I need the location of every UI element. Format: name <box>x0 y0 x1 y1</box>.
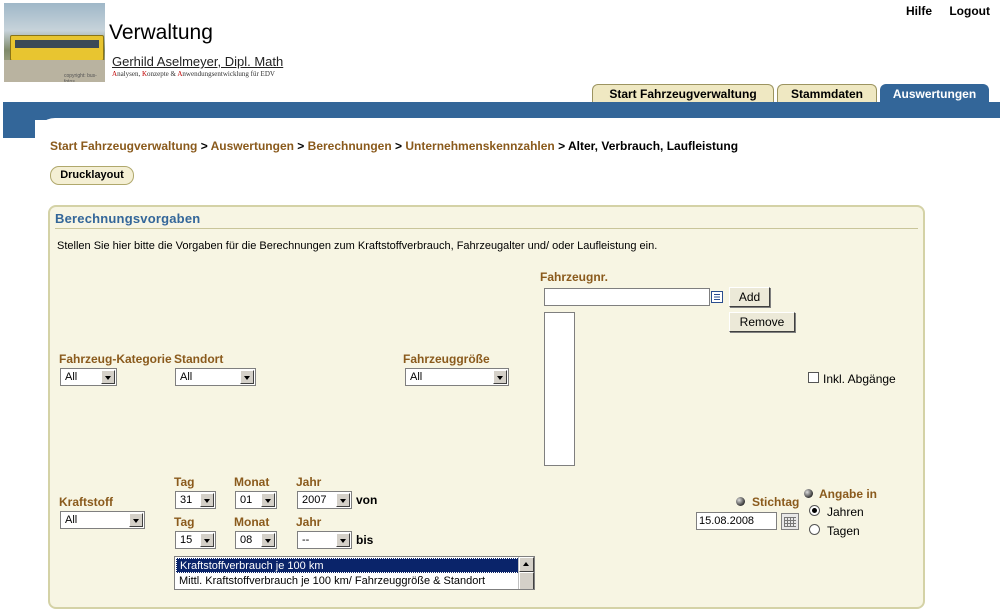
breadcrumb-sep: > <box>200 139 208 153</box>
logout-link[interactable]: Logout <box>949 4 990 18</box>
chevron-down-icon <box>101 370 115 384</box>
list-item[interactable]: Mittl. Kraftstoffverbrauch je 100 km/ Fa… <box>176 574 521 589</box>
unit-years-label: Jahren <box>827 505 864 519</box>
scroll-up-icon[interactable] <box>519 557 534 572</box>
help-link[interactable]: Hilfe <box>906 4 932 18</box>
breadcrumb-current: Alter, Verbrauch, Laufleistung <box>568 139 739 153</box>
category-label: Fahrzeug-Kategorie <box>59 352 172 366</box>
to-year-select[interactable]: -- <box>297 531 352 549</box>
breadcrumb-auswertungen[interactable]: Auswertungen <box>211 139 294 153</box>
unit-label: Angabe in <box>819 487 878 501</box>
from-month-value: 01 <box>240 494 253 506</box>
author-link[interactable]: Gerhild Aselmeyer, Dipl. Math <box>112 54 283 69</box>
location-label: Standort <box>174 352 224 366</box>
chevron-down-icon <box>336 533 350 547</box>
panel-title: Berechnungsvorgaben <box>55 211 201 226</box>
breadcrumb-sep: > <box>297 139 305 153</box>
scroll-thumb[interactable] <box>519 572 534 589</box>
remove-button[interactable]: Remove <box>729 312 795 332</box>
company-logo: copyright: bus-fotos <box>4 3 105 82</box>
reference-date-input[interactable]: 15.08.2008 <box>696 512 777 530</box>
tab-auswertungen[interactable]: Auswertungen <box>880 84 989 103</box>
bullet-icon <box>804 489 813 498</box>
fuel-label: Kraftstoff <box>59 495 113 509</box>
breadcrumb-start[interactable]: Start Fahrzeugverwaltung <box>50 139 197 153</box>
from-year-label: Jahr <box>296 475 322 489</box>
tagline-k-rest: onzepte & <box>147 70 178 78</box>
list-item[interactable]: Kraftstoffverbrauch je 100 km <box>176 558 521 573</box>
category-select[interactable]: All <box>60 368 117 386</box>
breadcrumb-unternehmenskennzahlen[interactable]: Unternehmenskennzahlen <box>405 139 554 153</box>
chevron-down-icon <box>493 370 507 384</box>
bullet-icon <box>736 497 745 506</box>
chevron-down-icon <box>336 493 350 507</box>
unit-years-radio[interactable] <box>809 505 820 516</box>
to-month-value: 08 <box>240 534 253 546</box>
from-day-label: Tag <box>174 475 195 489</box>
chevron-down-icon <box>261 533 275 547</box>
vehicle-no-label: Fahrzeugnr. <box>540 270 609 284</box>
to-year-value: -- <box>302 534 310 546</box>
include-retired-checkbox[interactable] <box>808 372 819 383</box>
fuel-select[interactable]: All <box>60 511 145 529</box>
calendar-icon[interactable] <box>781 513 799 530</box>
location-select[interactable]: All <box>175 368 256 386</box>
to-day-select[interactable]: 15 <box>175 531 216 549</box>
to-suffix: bis <box>356 533 374 547</box>
breadcrumb: Start Fahrzeugverwaltung > Auswertungen … <box>50 139 738 153</box>
include-retired-label: Inkl. Abgänge <box>823 372 896 386</box>
add-button[interactable]: Add <box>729 287 770 307</box>
from-suffix: von <box>356 493 378 507</box>
from-day-value: 31 <box>180 494 193 506</box>
unit-days-label: Tagen <box>827 524 860 538</box>
bus-image <box>10 35 104 61</box>
to-day-label: Tag <box>174 515 195 529</box>
scrollbar[interactable] <box>518 557 534 589</box>
from-month-select[interactable]: 01 <box>235 491 277 509</box>
from-month-label: Monat <box>234 475 270 489</box>
from-day-select[interactable]: 31 <box>175 491 216 509</box>
tab-start-fahrzeugverwaltung[interactable]: Start Fahrzeugverwaltung <box>592 84 774 103</box>
reference-date-value: 15.08.2008 <box>699 515 755 527</box>
panel-divider <box>55 228 918 229</box>
vehicle-no-input[interactable] <box>544 288 710 306</box>
size-label: Fahrzeuggröße <box>403 352 490 366</box>
reference-date-label: Stichtag <box>752 495 800 509</box>
from-year-select[interactable]: 2007 <box>297 491 352 509</box>
logo-caption: copyright: bus-fotos <box>64 73 97 82</box>
size-value: All <box>410 371 423 383</box>
tab-stammdaten[interactable]: Stammdaten <box>777 84 877 103</box>
header-bar-curve <box>3 120 35 138</box>
fuel-value: All <box>65 514 78 526</box>
calculation-list[interactable]: Kraftstoffverbrauch je 100 km Mittl. Kra… <box>174 556 535 590</box>
panel-description: Stellen Sie hier bitte die Vorgaben für … <box>57 240 658 252</box>
chevron-down-icon <box>200 493 214 507</box>
to-year-label: Jahr <box>296 515 322 529</box>
breadcrumb-sep: > <box>395 139 403 153</box>
unit-days-radio[interactable] <box>809 524 820 535</box>
to-month-select[interactable]: 08 <box>235 531 277 549</box>
category-value: All <box>65 371 78 383</box>
app-title: Verwaltung <box>109 21 213 44</box>
from-year-value: 2007 <box>302 494 327 506</box>
to-month-label: Monat <box>234 515 270 529</box>
to-day-value: 15 <box>180 534 193 546</box>
size-select[interactable]: All <box>405 368 509 386</box>
tagline-an-rest: nwendungsentwicklung für EDV <box>182 70 275 78</box>
print-layout-button[interactable]: Drucklayout <box>50 166 134 185</box>
location-value: All <box>180 371 193 383</box>
vehicle-no-list[interactable] <box>544 312 575 466</box>
breadcrumb-sep: > <box>558 139 566 153</box>
breadcrumb-berechnungen[interactable]: Berechnungen <box>308 139 392 153</box>
chevron-down-icon <box>200 533 214 547</box>
tagline: Analysen, Konzepte & Anwendungsentwicklu… <box>112 70 275 78</box>
chevron-down-icon <box>240 370 254 384</box>
chevron-down-icon <box>261 493 275 507</box>
tagline-a-rest: nalysen, <box>117 70 142 78</box>
chevron-down-icon <box>129 513 143 527</box>
top-links: Hilfe Logout <box>892 4 990 18</box>
list-lookup-icon[interactable] <box>711 291 723 303</box>
